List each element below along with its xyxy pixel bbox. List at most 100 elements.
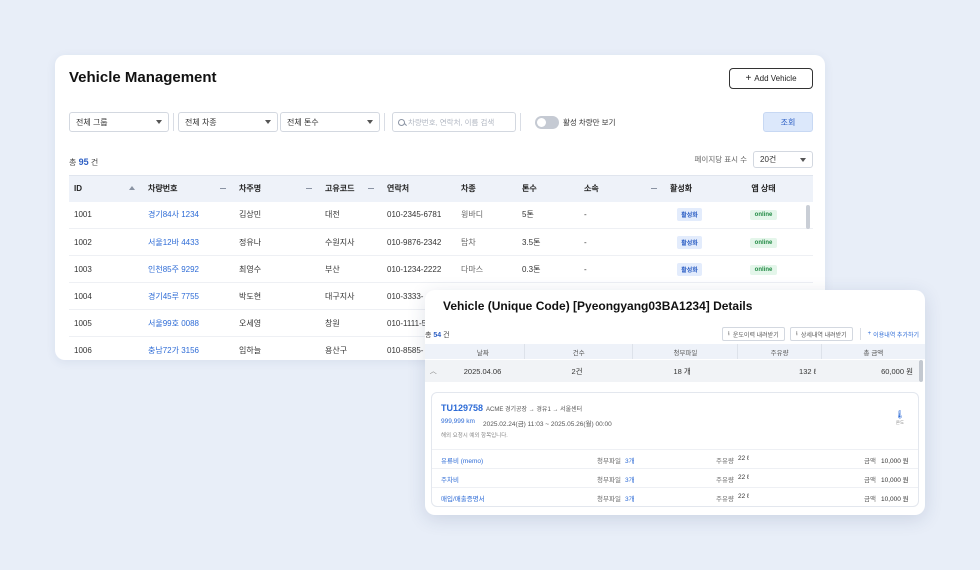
cell-code: 부산 — [320, 255, 382, 283]
per-page-label: 페이지당 표시 수 — [694, 155, 747, 164]
chevron-down-icon — [265, 120, 271, 124]
tonnage-select[interactable]: 전체 톤수 — [280, 112, 380, 132]
amount-label: 금액 — [864, 458, 876, 465]
cell-plate[interactable]: 서울12바 4433 — [143, 228, 234, 256]
amount-label: 금액 — [864, 477, 876, 484]
column-header-owner[interactable]: 차주명 — [234, 175, 320, 202]
cell-plate[interactable]: 서울99호 0088 — [143, 309, 234, 337]
file-count[interactable]: 3개 — [625, 474, 635, 484]
thermometer-icon: 🌡 — [894, 410, 906, 419]
download-history-label: 운도이력 내려받기 — [732, 332, 779, 339]
cell-plate[interactable]: 인천85주 9292 — [143, 255, 234, 283]
summary-files: 18 개 — [673, 366, 691, 376]
total-number: 95 — [78, 157, 89, 167]
chevron-down-icon — [367, 120, 373, 124]
cell-code: 수원지사 — [320, 228, 382, 256]
cell-phone: 010-2345-6781 — [382, 201, 456, 229]
active-only-toggle[interactable] — [535, 115, 559, 129]
detail-scrollbar[interactable] — [919, 360, 923, 382]
table-row[interactable]: 1003 인천85주 9292 최영수 부산 010-1234-2222 다마스 0.3톤 -… — [69, 255, 813, 283]
file-label: 청부파일 — [597, 496, 621, 503]
page-title: Vehicle Management — [69, 69, 217, 86]
table-scrollbar[interactable] — [806, 205, 810, 229]
active-only-label: 활성 차량만 보기 — [563, 117, 616, 127]
sort-icon — [651, 188, 657, 189]
search-input[interactable]: 차량번호, 연락처, 이름 검색 — [392, 112, 516, 132]
app-status-badge: online — [749, 210, 778, 221]
total-suffix: 건 — [443, 332, 450, 339]
total-prefix: 총 — [425, 332, 432, 339]
per-page-value: 20건 — [760, 155, 777, 164]
cell-active: 활성화 — [665, 201, 714, 229]
amount-value: 10,000 원 — [881, 458, 909, 465]
download-detail-button[interactable]: ⭳ 상세내역 내려받기 — [789, 327, 853, 341]
group-select[interactable]: 전체 그룹 — [69, 112, 169, 132]
column-header-app-status: 앱 상태 — [714, 175, 813, 202]
summary-count: 2건 — [571, 366, 583, 376]
per-page-select[interactable]: 20건 — [753, 151, 813, 168]
list-item[interactable]: 매입/매출증명서 청부파일 3개 주유량 22 ℓ 금액 10,000 원 — [432, 487, 918, 504]
column-header-affiliation[interactable]: 소속 — [579, 175, 665, 202]
cell-ton: 0.3톤 — [517, 255, 579, 283]
app-status-badge: online — [749, 237, 778, 248]
chevron-down-icon — [156, 120, 162, 124]
cell-plate[interactable]: 경기84사 1234 — [143, 201, 234, 229]
total-suffix: 건 — [90, 158, 99, 167]
list-item[interactable]: 유류비 (memo) 청부파일 3개 주유량 22 ℓ 금액 10,000 원 — [432, 449, 918, 466]
cell-owner: 박도현 — [234, 282, 320, 310]
query-button[interactable]: 조회 — [763, 112, 813, 132]
group-select-value: 전체 그룹 — [76, 117, 108, 127]
expense-name[interactable]: 주차비 — [441, 474, 459, 484]
column-label: 연락처 — [387, 184, 410, 194]
divider — [859, 328, 861, 340]
cell-code: 용산구 — [320, 336, 382, 360]
cell-plate[interactable]: 경기45루 7755 — [143, 282, 234, 310]
active-badge: 활성화 — [677, 208, 702, 222]
cell-code: 대구지사 — [320, 282, 382, 310]
column-label: ID — [74, 184, 82, 194]
amount-value: 10,000 원 — [881, 477, 909, 484]
add-vehicle-button[interactable]: + Add Vehicle — [729, 68, 813, 89]
detail-total-count: 총 54 건 — [425, 330, 450, 340]
active-badge: 활성화 — [677, 262, 702, 276]
expense-name[interactable]: 매입/매출증명서 — [441, 493, 485, 503]
cell-app: online — [714, 255, 813, 283]
column-header-id[interactable]: ID — [69, 175, 143, 202]
search-placeholder: 차량번호, 연락처, 이름 검색 — [408, 117, 495, 127]
cell-plate[interactable]: 충남72가 3156 — [143, 336, 234, 360]
chevron-up-icon[interactable]: ︿ — [425, 360, 441, 382]
file-count[interactable]: 3개 — [625, 455, 635, 465]
cell-owner: 최영수 — [234, 255, 320, 283]
temperature-button[interactable]: 🌡 온도 — [893, 410, 907, 426]
header-spacer — [425, 344, 442, 359]
table-row[interactable]: 1002 서울12바 4433 정유나 수원지사 010-9876-2342 탑차 3.5톤… — [69, 228, 813, 256]
car-type-select[interactable]: 전체 차종 — [178, 112, 278, 132]
cell-code: 대전 — [320, 201, 382, 229]
cell-ton: 3.5톤 — [517, 228, 579, 256]
plus-icon: + — [867, 331, 872, 337]
cell-id: 1002 — [69, 228, 143, 256]
list-item[interactable]: 주차비 청부파일 3개 주유량 22 ℓ 금액 10,000 원 — [432, 468, 918, 485]
trip-card: TU129758 ACME 경기공장 → 경유1 → 서울센터 999,999 … — [431, 392, 919, 507]
expense-name[interactable]: 유류비 (memo) — [441, 455, 483, 465]
detail-summary-row[interactable]: ︿ 2025.04.06 2건 18 개 132 ℓ 60,000 원 — [425, 360, 919, 382]
column-label: 톤수 — [522, 184, 537, 194]
column-header-type: 차종 — [456, 175, 517, 202]
cell-affil: - — [579, 201, 665, 229]
summary-fuel: 132 ℓ — [799, 366, 817, 376]
download-history-button[interactable]: ⭳ 운도이력 내려받기 — [721, 327, 785, 341]
add-usage-link[interactable]: + 이용내역 추가하기 — [868, 330, 919, 339]
cell-id: 1005 — [69, 309, 143, 337]
summary-amount: 60,000 원 — [881, 366, 913, 376]
trip-code[interactable]: TU129758 — [441, 403, 483, 413]
total-number: 54 — [433, 332, 442, 339]
cell-app: online — [714, 228, 813, 256]
active-badge: 활성화 — [677, 235, 702, 249]
app-status-badge: online — [749, 264, 778, 275]
search-icon — [398, 118, 405, 126]
column-header-plate[interactable]: 차량번호 — [143, 175, 234, 202]
table-row[interactable]: 1001 경기84사 1234 김상민 대전 010-2345-6781 윙바디 5톤 - 활성… — [69, 201, 813, 229]
column-header-code[interactable]: 고유코드 — [320, 175, 382, 202]
column-header-phone: 연락처 — [382, 175, 456, 202]
file-count[interactable]: 3개 — [625, 493, 635, 503]
